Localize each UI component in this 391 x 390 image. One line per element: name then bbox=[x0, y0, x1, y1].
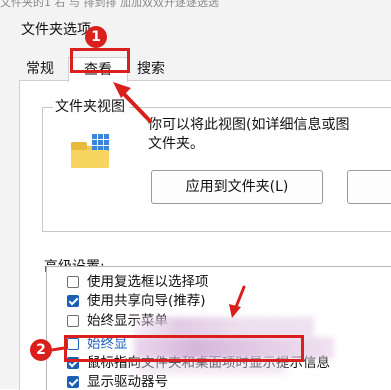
list-item[interactable]: 显示驱动器号 bbox=[47, 373, 391, 390]
folder-icon bbox=[71, 134, 109, 168]
tab-general[interactable]: 常规 bbox=[26, 57, 62, 81]
background-header-strip: 文件夹的1 右 与 排到排 加加双双开逐逐选选 bbox=[0, 0, 391, 8]
apply-to-folders-button[interactable]: 应用到文件夹(L) bbox=[151, 170, 323, 204]
option-label: 鼠标指向文件夹和桌面项时显示提示信息 bbox=[87, 355, 330, 371]
folder-views-description: 你可以将此视图(如详细信息或图 文件夹。 bbox=[148, 117, 350, 152]
option-label: 始终显示菜单 bbox=[87, 313, 168, 329]
option-label: 始终显 bbox=[87, 336, 128, 352]
folder-views-title: 文件夹视图 bbox=[53, 96, 129, 116]
tab-view[interactable]: 查看 bbox=[68, 57, 128, 82]
checkbox[interactable] bbox=[67, 315, 79, 327]
option-label: 显示驱动器号 bbox=[87, 374, 168, 390]
option-label: 使用复选框以选择项 bbox=[87, 274, 209, 290]
checkbox[interactable] bbox=[67, 295, 79, 307]
list-item[interactable]: 使用共享向导(推荐) bbox=[47, 292, 391, 311]
option-label: 使用共享向导(推荐) bbox=[87, 293, 206, 309]
advanced-settings-list[interactable]: 使用复选框以选择项 使用共享向导(推荐) 始终显示菜单 始终显 鼠标指向文件夹和… bbox=[46, 266, 391, 390]
step-badge-2: 2 bbox=[30, 339, 52, 361]
checkbox[interactable] bbox=[67, 338, 79, 350]
list-item[interactable]: 始终显示菜单 bbox=[47, 312, 391, 331]
checkbox[interactable] bbox=[67, 276, 79, 288]
list-item[interactable]: 鼠标指向文件夹和桌面项时显示提示信息 bbox=[47, 354, 391, 373]
step-badge-1: 1 bbox=[85, 26, 107, 48]
tab-search[interactable]: 搜索 bbox=[137, 57, 177, 81]
list-item[interactable]: 使用复选框以选择项 bbox=[47, 273, 391, 292]
reset-folders-button[interactable] bbox=[347, 170, 391, 204]
checkbox[interactable] bbox=[67, 376, 79, 388]
checkbox[interactable] bbox=[67, 357, 79, 369]
list-item[interactable]: 始终显 bbox=[47, 335, 391, 354]
dialog-title: 文件夹选项 bbox=[21, 22, 91, 38]
